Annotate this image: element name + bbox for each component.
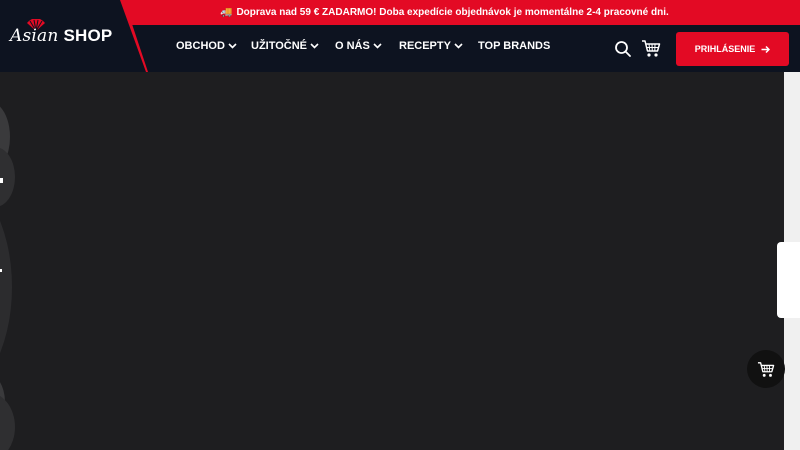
- chevron-down-icon: [373, 43, 382, 49]
- nav-label: OBCHOD: [176, 40, 225, 52]
- login-label: PRIHLÁSENIE: [694, 44, 756, 54]
- chevron-down-icon: [310, 43, 319, 49]
- search-icon[interactable]: [614, 40, 632, 58]
- side-panel-tab[interactable]: [777, 242, 800, 318]
- cart-icon[interactable]: [641, 39, 661, 58]
- nav-uzitocne[interactable]: UŽITOČNÉ: [251, 40, 319, 52]
- nav-o-nas[interactable]: O NÁS: [335, 40, 382, 52]
- logo-text-asian: Asian: [10, 26, 59, 46]
- nav-label: TOP BRANDS: [478, 40, 551, 52]
- nav-recepty[interactable]: RECEPTY: [399, 40, 463, 52]
- decor-shape: [0, 147, 15, 207]
- floating-cart-button[interactable]: [747, 350, 785, 388]
- site-logo[interactable]: Asian SHOP: [10, 26, 112, 46]
- site-header: 🚚 Doprava nad 59 € ZADARMO! Doba expedíci…: [0, 0, 800, 72]
- decor-shape: [0, 172, 12, 402]
- nav-obchod[interactable]: OBCHOD: [176, 40, 237, 52]
- truck-icon: 🚚: [220, 7, 233, 18]
- chevron-down-icon: [228, 43, 237, 49]
- decor-mark: [0, 178, 3, 183]
- decor-shape: [0, 392, 15, 450]
- nav-label: UŽITOČNÉ: [251, 40, 308, 52]
- hero-banner: [0, 72, 784, 450]
- announcement-text: Doprava nad 59 € ZADARMO! Doba expedície…: [236, 7, 669, 18]
- arrow-right-icon: [761, 45, 771, 53]
- decor-mark: [0, 269, 2, 272]
- logo-text-shop: SHOP: [63, 26, 113, 45]
- login-button[interactable]: PRIHLÁSENIE: [676, 32, 789, 66]
- nav-label: O NÁS: [335, 40, 370, 52]
- nav-label: RECEPTY: [399, 40, 451, 52]
- nav-top-brands[interactable]: TOP BRANDS: [478, 40, 550, 52]
- cart-icon: [757, 361, 775, 377]
- chevron-down-icon: [454, 43, 463, 49]
